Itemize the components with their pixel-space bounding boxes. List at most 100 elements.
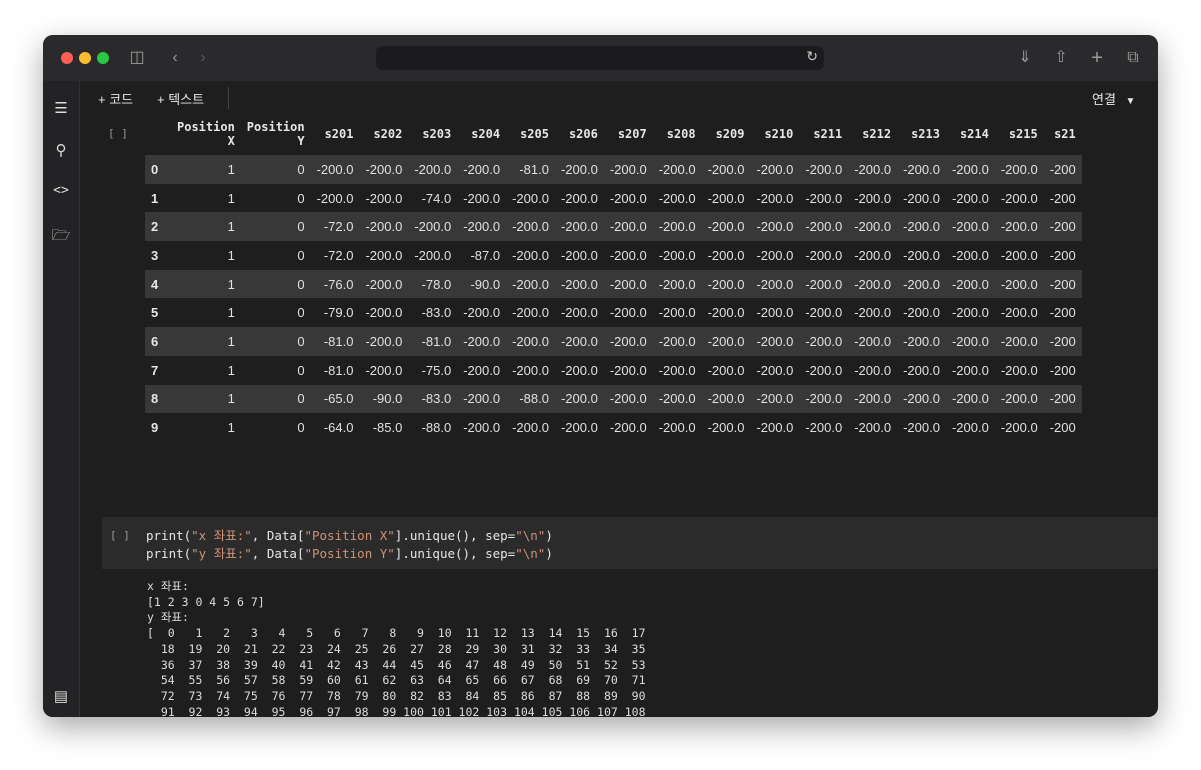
code-line: print("y 좌표:", Data["Position Y"].unique… [146,546,553,561]
output-line: 91 92 93 94 95 96 97 98 99 100 101 102 1… [147,704,646,717]
terminal-icon[interactable]: ▤ [43,687,79,705]
table-cell: -200.0 [750,269,800,299]
table-cell: -200.0 [652,327,702,356]
table-cell: -200.0 [554,355,604,385]
column-header: s214 [959,127,989,141]
table-cell: -200.0 [897,269,946,299]
minimize-window-button[interactable] [79,52,91,64]
table-cell: -76.0 [310,269,360,299]
folder-icon[interactable]: 🗁 [43,225,79,250]
output-line: 72 73 74 75 76 77 78 79 80 82 83 84 85 8… [147,688,646,703]
column-header: s202 [373,127,403,141]
table-cell: -200.0 [554,298,604,328]
table-cell: -200.0 [603,241,653,270]
table-row: 2 1 0 -72.0 -200.0 -200.0 -200.0 -200.0 -200.0 -2… [145,212,1082,242]
table-cell: -200.0 [945,298,995,328]
code-cell[interactable]: [ ] print("x 좌표:", Data["Position X"].un… [102,517,1158,569]
table-cell: -200.0 [848,269,898,299]
column-header: s207 [617,127,647,141]
run-cell-button[interactable]: [ ] [110,529,130,542]
table-cell: -200.0 [994,413,1044,442]
table-cell: -200.0 [603,269,653,299]
search-icon[interactable]: ⚲ [43,141,79,159]
table-cell: -72.0 [310,212,360,242]
table-cell: -200.0 [506,413,555,442]
table-cell: -200.0 [554,241,604,270]
table-cell: 1 [171,384,241,414]
table-header-row: Position X Position Y s201 s202 s203 s204 s205 s2… [145,113,1082,155]
add-code-button[interactable]: + 코드 [98,89,133,108]
table-cell: -200.0 [799,183,849,213]
table-cell: -200 [1043,327,1082,356]
table-cell: -200.0 [750,212,800,242]
table-cell: -81.0 [310,327,360,356]
notebook-sidebar: ☰ ⚲ <> 🗁 ▤ [43,81,80,717]
table-cell: -200.0 [359,298,409,328]
connect-button[interactable]: 연결 ▼ [1092,89,1135,108]
column-header: s209 [715,127,745,141]
back-icon[interactable]: ‹ [163,47,187,69]
table-cell: -81.0 [310,355,360,385]
table-cell: -200 [1043,298,1082,328]
table-cell: 1 [171,155,241,184]
table-cell: -200.0 [994,212,1044,242]
add-text-button[interactable]: + 텍스트 [157,89,204,108]
output-line: 36 37 38 39 40 41 42 43 44 45 46 47 48 4… [147,657,646,672]
close-window-button[interactable] [61,52,73,64]
table-cell: -200.0 [310,183,360,213]
table-cell: -200.0 [750,241,800,270]
table-cell: -200.0 [359,155,409,184]
table-cell: -200.0 [701,413,751,442]
forward-icon[interactable]: › [191,47,215,69]
sidebar-toggle-icon[interactable]: ◫ [125,47,149,69]
table-cell: -200.0 [603,183,653,213]
output-line: x 좌표: [147,579,189,593]
table-cell: -200.0 [457,355,507,385]
table-cell: -79.0 [310,298,360,328]
table-cell: -200.0 [603,355,653,385]
address-bar[interactable]: ↻ [376,46,824,70]
table-cell: -200.0 [359,269,409,299]
table-cell: 1 [171,269,241,299]
table-cell: -200.0 [652,384,702,414]
table-cell: -200 [1043,241,1082,270]
table-cell: -200.0 [994,269,1044,299]
table-cell: -200.0 [506,212,555,242]
code-icon[interactable]: <> [43,183,79,198]
table-cell: -200.0 [457,327,507,356]
table-cell: -200.0 [994,298,1044,328]
table-cell: -200.0 [994,183,1044,213]
table-cell: -200.0 [897,355,946,385]
code-editor[interactable]: print("x 좌표:", Data["Position X"].unique… [146,527,553,563]
reload-icon[interactable]: ↻ [806,48,818,65]
new-tab-icon[interactable]: + [1085,47,1109,69]
column-header: s215 [1008,127,1038,141]
download-icon[interactable]: ⇓ [1013,47,1037,69]
table-cell: -200.0 [750,155,800,184]
table-cell: -200.0 [750,413,800,442]
table-cell: -200.0 [750,298,800,328]
run-cell-button[interactable]: [ ] [108,127,128,140]
table-cell: -200.0 [799,355,849,385]
table-cell: -200.0 [994,241,1044,270]
output-line: [ 0 1 2 3 4 5 6 7 8 9 10 11 12 13 14 15 … [147,626,646,641]
table-cell: -200 [1043,183,1082,213]
table-row: 6 1 0 -81.0 -200.0 -81.0 -200.0 -200.0 -200.0 -20… [145,327,1082,356]
maximize-window-button[interactable] [97,52,109,64]
tabs-icon[interactable]: ⧉ [1121,47,1145,69]
toc-icon[interactable]: ☰ [43,99,79,117]
table-cell: -200.0 [554,269,604,299]
column-header: s204 [471,127,501,141]
share-icon[interactable]: ⇧ [1049,47,1073,69]
table-cell: -200.0 [603,298,653,328]
table-cell: -200.0 [799,155,849,184]
table-cell: -200.0 [701,384,751,414]
chevron-down-icon: ▼ [1125,96,1136,107]
table-cell: 0 [240,241,311,270]
table-cell: -200.0 [359,183,409,213]
index-header [145,113,171,155]
table-cell: -200.0 [701,298,751,328]
table-cell: -200.0 [603,384,653,414]
table-cell: -200.0 [848,183,898,213]
table-cell: -81.0 [506,155,555,184]
